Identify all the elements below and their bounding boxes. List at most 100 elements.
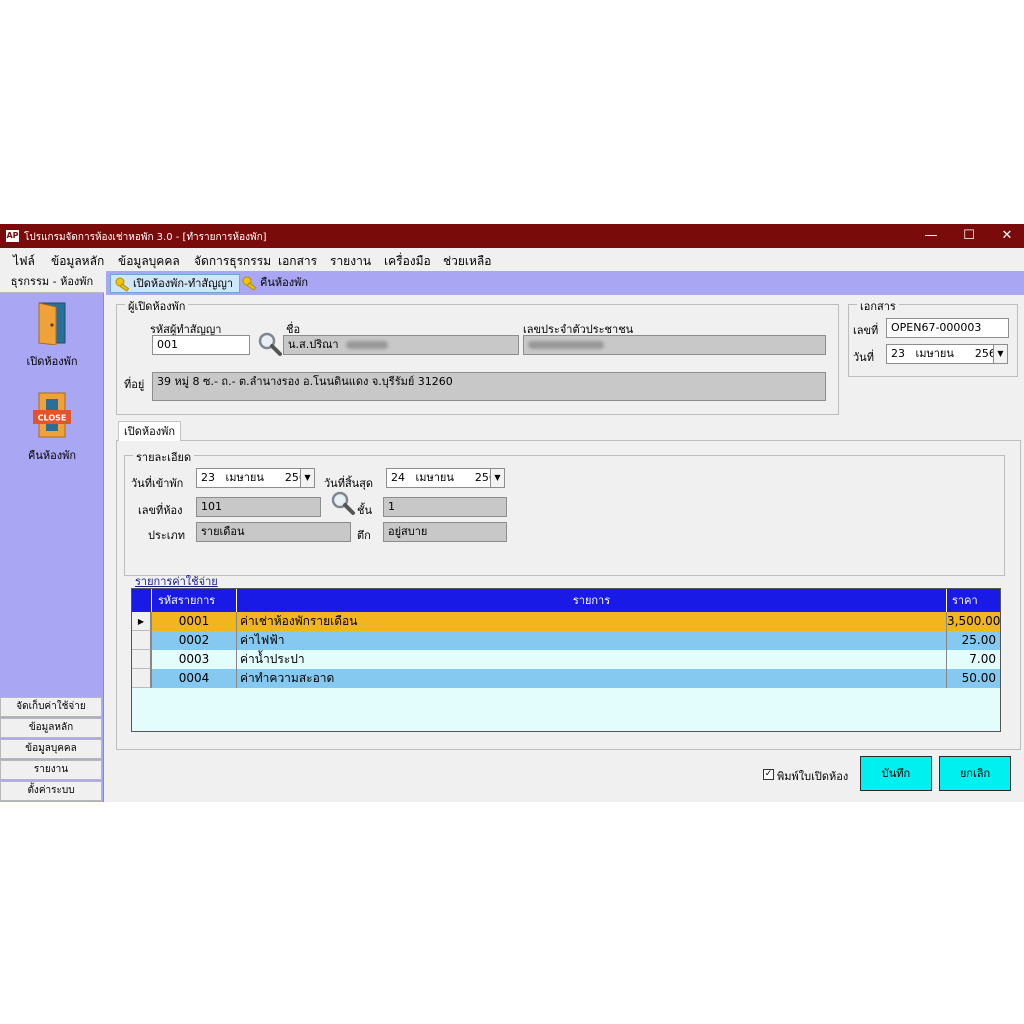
cancel-button[interactable]: ยกเลิก (939, 756, 1011, 791)
menu-person-data[interactable]: ข้อมูลบุคคล (118, 252, 180, 271)
key-icon (115, 277, 130, 292)
menu-transactions[interactable]: จัดการธุรกรรม (194, 252, 271, 271)
menu-reports[interactable]: รายงาน (330, 252, 371, 271)
print-checkbox[interactable]: ✓ (763, 769, 774, 780)
type-label: ประเภท (148, 529, 186, 542)
search-icon[interactable] (257, 331, 283, 357)
menu-file[interactable]: ไฟล์ (13, 252, 35, 271)
search-icon[interactable] (330, 490, 356, 516)
chevron-down-icon[interactable]: ▼ (300, 469, 314, 487)
table-row[interactable]: 0002 ค่าไฟฟ้า 25.00 (132, 631, 1000, 650)
checkin-date-picker[interactable]: 23 เมษายน 2567 ▼ (196, 468, 315, 488)
table-row[interactable]: ▶ 0001 ค่าเช่าห้องพักรายเดือน 3,500.00 (132, 612, 1000, 631)
sidebar-nav-master-data[interactable]: ข้อมูลหลัก (0, 718, 102, 738)
application-window: AP โปรแกรมจัดการห้องเช่าหอพัก 3.0 - [ทำร… (0, 224, 1024, 802)
cell-item: ค่าไฟฟ้า (236, 631, 946, 650)
sidebar-header: ธุรกรรม - ห้องพัก (0, 271, 104, 293)
end-date-value: 24 เมษายน 2567 (391, 471, 503, 484)
table-row[interactable]: 0004 ค่าทำความสะอาด 50.00 (132, 669, 1000, 688)
name-value: น.ส.ปริณา (288, 338, 339, 351)
print-label: พิมพ์ใบเปิดห้อง (777, 770, 849, 783)
cell-code: 0002 (151, 631, 236, 650)
cell-price: 3,500.00 (946, 612, 1000, 631)
grid-header: รหัสรายการ รายการ ราคา (132, 589, 1000, 612)
menu-tools[interactable]: เครื่องมือ (384, 252, 431, 271)
contract-code-field[interactable]: 001 (152, 335, 250, 355)
row-selector[interactable] (132, 631, 151, 650)
tab-open-room[interactable]: เปิดห้องพัก (118, 421, 182, 441)
room-field: 101 (196, 497, 321, 517)
doc-date-label: วันที่ (853, 351, 874, 364)
door-close-icon: CLOSE (33, 392, 71, 438)
redacted-blur (346, 341, 388, 349)
doc-number-label: เลขที่ (853, 324, 879, 337)
app-icon: AP (6, 230, 19, 242)
menu-bar: ไฟล์ ข้อมูลหลัก ข้อมูลบุคคล จัดการธุรกรร… (0, 248, 1024, 270)
address-field: 39 หมู่ 8 ซ.- ถ.- ต.ลำนางรอง อ.โนนดินแดง… (152, 372, 826, 401)
chevron-down-icon[interactable]: ▼ (993, 345, 1007, 363)
checkin-date-value: 23 เมษายน 2567 (201, 471, 313, 484)
column-header-price[interactable]: ราคา (946, 589, 1000, 612)
sidebar: ธุรกรรม - ห้องพัก เปิดห้องพัก CLOSE คืนห… (0, 271, 104, 802)
toolbar: เปิดห้องพัก-ทำสัญญา คืนห้องพัก (106, 271, 1024, 295)
window-title: โปรแกรมจัดการห้องเช่าหอพัก 3.0 - [ทำรายก… (24, 232, 267, 243)
table-row[interactable]: 0003 ค่าน้ำประปา 7.00 (132, 650, 1000, 669)
cell-price: 50.00 (946, 669, 1000, 688)
building-label: ตึก (357, 529, 371, 542)
cell-item: ค่าเช่าห้องพักรายเดือน (236, 612, 946, 631)
building-field: อยู่สบาย (383, 522, 507, 542)
doc-date-picker[interactable]: 23 เมษายน 2567 ▼ (886, 344, 1008, 364)
redacted-blur (528, 341, 604, 349)
key-icon (242, 276, 257, 291)
row-selector[interactable] (132, 669, 151, 688)
sidebar-nav-reports[interactable]: รายงาน (0, 760, 102, 780)
id-field (523, 335, 826, 355)
chevron-down-icon[interactable]: ▼ (490, 469, 504, 487)
check-mark-icon: ✓ (764, 769, 773, 779)
cell-code: 0004 (151, 669, 236, 688)
cell-item: ค่าทำความสะอาด (236, 669, 946, 688)
row-selector[interactable] (132, 650, 151, 669)
type-field: รายเดือน (196, 522, 351, 542)
group-title: รายละเอียด (133, 448, 195, 466)
column-header-item[interactable]: รายการ (236, 589, 946, 612)
maximize-button[interactable]: ☐ (950, 224, 988, 248)
tab-return-room[interactable]: คืนห้องพัก (238, 274, 308, 293)
column-header-code[interactable]: รหัสรายการ (151, 589, 236, 612)
group-title: ผู้เปิดห้องพัก (125, 297, 189, 315)
cell-code: 0001 (151, 612, 236, 631)
grid-corner (132, 589, 151, 612)
name-field: น.ส.ปริณา (283, 335, 519, 355)
minimize-button[interactable]: — (912, 224, 950, 248)
sidebar-tool-open-room[interactable]: เปิดห้องพัก (0, 301, 104, 370)
cell-price: 25.00 (946, 631, 1000, 650)
close-badge-text: CLOSE (38, 414, 67, 423)
tab-label: คืนห้องพัก (260, 276, 309, 289)
doc-date-value: 23 เมษายน 2567 (891, 347, 1003, 360)
close-button[interactable]: ✕ (988, 224, 1024, 248)
doc-number-field[interactable]: OPEN67-000003 (886, 318, 1009, 338)
row-pointer-icon[interactable]: ▶ (132, 612, 151, 631)
cell-price: 7.00 (946, 650, 1000, 669)
title-bar: AP โปรแกรมจัดการห้องเช่าหอพัก 3.0 - [ทำร… (0, 224, 1024, 248)
document-group: เอกสาร (848, 297, 1018, 377)
menu-help[interactable]: ช่วยเหลือ (443, 252, 492, 271)
sidebar-nav-settings[interactable]: ตั้งค่าระบบ (0, 781, 102, 801)
end-date-picker[interactable]: 24 เมษายน 2567 ▼ (386, 468, 505, 488)
sidebar-tool-label: คืนห้องพัก (27, 449, 77, 462)
sidebar-nav-expenses[interactable]: จัดเก็บค่าใช้จ่าย (0, 697, 102, 717)
cell-item: ค่าน้ำประปา (236, 650, 946, 669)
group-title: เอกสาร (857, 297, 899, 315)
tab-open-room-contract[interactable]: เปิดห้องพัก-ทำสัญญา (110, 274, 241, 293)
checkin-label: วันที่เข้าพัก (131, 477, 184, 490)
address-label: ที่อยู่ (124, 378, 145, 391)
sidebar-tool-label: เปิดห้องพัก (26, 355, 78, 368)
sidebar-tool-close-room[interactable]: CLOSE คืนห้องพัก (0, 391, 104, 464)
menu-documents[interactable]: เอกสาร (278, 252, 317, 271)
sidebar-nav-person-data[interactable]: ข้อมูลบุคคล (0, 739, 102, 759)
menu-master-data[interactable]: ข้อมูลหลัก (51, 252, 104, 271)
save-button[interactable]: บันทึก (860, 756, 932, 791)
door-open-icon (38, 302, 66, 346)
cell-code: 0003 (151, 650, 236, 669)
floor-field: 1 (383, 497, 507, 517)
